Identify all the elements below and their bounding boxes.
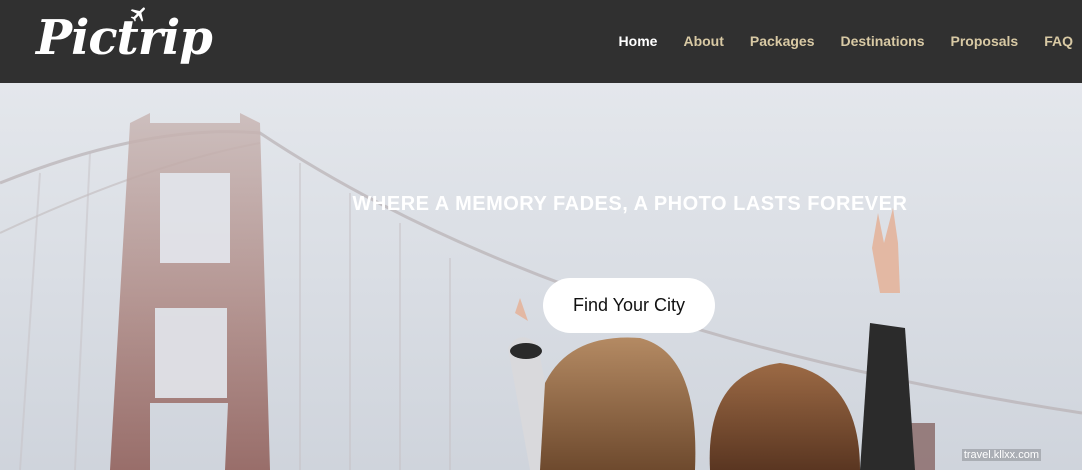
watermark-text: travel.kllxx.com — [961, 449, 1041, 461]
nav-item-destinations[interactable]: Destinations — [841, 33, 925, 49]
logo-wordmark: Pictrip — [36, 10, 213, 66]
nav-item-home[interactable]: Home — [619, 33, 658, 49]
find-your-city-button[interactable]: Find Your City — [543, 278, 715, 333]
hero-tagline: WHERE A MEMORY FADES, A PHOTO LASTS FORE… — [352, 193, 908, 215]
hero-background-image — [0, 83, 1082, 470]
hero-banner: WHERE A MEMORY FADES, A PHOTO LASTS FORE… — [0, 83, 1082, 470]
nav-item-proposals[interactable]: Proposals — [951, 33, 1019, 49]
airplane-icon — [130, 7, 145, 22]
site-logo[interactable]: Pictrip — [30, 2, 213, 78]
site-header: Pictrip Home About Packages Destinations… — [0, 0, 1082, 83]
nav-item-packages[interactable]: Packages — [750, 33, 815, 49]
nav-item-about[interactable]: About — [683, 33, 723, 49]
main-nav: Home About Packages Destinations Proposa… — [619, 30, 1073, 52]
nav-item-faq[interactable]: FAQ — [1044, 33, 1073, 49]
